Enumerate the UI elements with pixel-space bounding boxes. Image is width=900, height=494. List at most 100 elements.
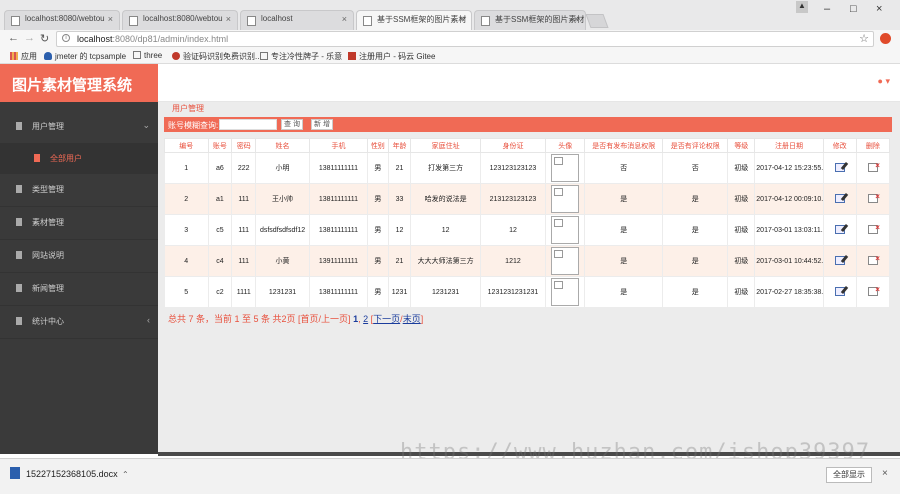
bookmark-three[interactable]: three: [133, 51, 162, 60]
query-button[interactable]: 查 询: [281, 119, 303, 130]
add-button[interactable]: 新 增: [311, 119, 333, 130]
new-tab-button[interactable]: [585, 14, 609, 28]
table-cell: 王小帅: [255, 183, 310, 215]
page-icon: [133, 51, 141, 59]
table-row: 2 a1 111 王小帅 13811111111 男 33 哈发的说法是 21312312312…: [164, 183, 891, 215]
column-header: 密码: [231, 138, 257, 153]
edit-icon[interactable]: [834, 224, 845, 234]
column-header: 手机: [308, 138, 368, 153]
window-close-icon[interactable]: ×: [876, 3, 882, 15]
delete-icon[interactable]: [867, 161, 880, 172]
first-prev-link[interactable]: [首页/上一页]: [298, 314, 351, 324]
column-header: 编号: [164, 138, 209, 153]
bookmark-gitee[interactable]: 注册用户 - 码云 Gitee: [348, 51, 435, 62]
edit-cell: [822, 183, 857, 215]
table-cell: 是: [662, 183, 729, 215]
edit-icon[interactable]: [834, 162, 845, 172]
table-cell: 1231231: [255, 276, 310, 308]
reload-icon[interactable]: ↻: [40, 32, 49, 45]
table-cell: 123123123123: [479, 152, 547, 184]
delete-icon[interactable]: [867, 223, 880, 234]
sidebar-item-stats[interactable]: 统计中心 ‹: [0, 307, 158, 339]
browser-tab-1[interactable]: localhost:8080/webtou ×: [4, 10, 120, 30]
table-cell: 男: [366, 183, 389, 215]
column-header: 身份证: [479, 138, 547, 153]
address-bar[interactable]: i localhost:8080/dp81/admin/index.html ☆: [56, 31, 874, 47]
document-icon: [16, 251, 22, 259]
page-1[interactable]: 1: [353, 314, 358, 324]
table-cell: 否: [662, 152, 729, 184]
table-cell: 111: [231, 214, 257, 246]
sidebar-item-all-users[interactable]: 全部用户: [0, 144, 158, 174]
avatar-cell: [545, 214, 586, 246]
table-cell: 是: [662, 276, 729, 308]
column-header: 等级: [727, 138, 756, 153]
table-cell: 男: [366, 276, 389, 308]
edit-icon[interactable]: [834, 193, 845, 203]
column-header: 账号: [207, 138, 233, 153]
pagination: 总共 7 条，当前 1 至 5 条 共2页 [首页/上一页] 1, 2 [下一页…: [168, 314, 424, 324]
forward-icon[interactable]: →: [24, 32, 35, 44]
page-icon: [260, 52, 268, 60]
edit-icon[interactable]: [834, 255, 845, 265]
extension-icon[interactable]: [880, 33, 891, 44]
sidebar: 用户管理 ⌄ 全部用户 类型管理 素材管理 网站说明 新闻管理 统计中心 ‹: [0, 102, 158, 454]
last-page-link[interactable]: 末页: [403, 314, 421, 324]
table-cell: 男: [366, 245, 389, 277]
info-icon[interactable]: i: [62, 34, 70, 42]
delete-icon[interactable]: [867, 285, 880, 296]
profile-icon[interactable]: ▲: [796, 1, 808, 13]
avatar-image-placeholder: [551, 185, 580, 213]
table-cell: 初级: [727, 183, 756, 215]
bookmark-captcha[interactable]: 验证码识别免费识别...: [172, 51, 262, 62]
next-page-link[interactable]: 下一页: [373, 314, 400, 324]
sidebar-item-news[interactable]: 新闻管理: [0, 274, 158, 306]
browser-tab-3[interactable]: localhost ×: [240, 10, 354, 30]
browser-tab-2[interactable]: localhost:8080/webtou ×: [122, 10, 238, 30]
table-cell: 是: [584, 183, 664, 215]
close-icon[interactable]: ×: [460, 14, 465, 24]
close-icon[interactable]: ×: [574, 14, 579, 24]
chevron-up-icon[interactable]: ⌃: [122, 470, 129, 479]
table-cell: 男: [366, 214, 389, 246]
browser-tab-bar: localhost:8080/webtou × localhost:8080/we…: [0, 0, 900, 30]
bookmark-star-icon[interactable]: ☆: [859, 32, 869, 45]
table-row: 4 c4 111 小黄 13911111111 男 21 大大大师法第三方 1212 是是初级 20…: [164, 245, 891, 277]
bookmark-apps[interactable]: 应用: [10, 51, 37, 62]
table-cell: 13811111111: [308, 276, 368, 308]
close-icon[interactable]: ×: [226, 14, 231, 24]
search-bar: 账号模糊查询: 查 询 新 增: [164, 117, 892, 132]
column-header: 家庭住址: [410, 138, 481, 153]
download-item[interactable]: 15227152368105.docx: [10, 467, 118, 479]
minimize-icon[interactable]: –: [824, 3, 830, 15]
close-icon[interactable]: ×: [342, 14, 347, 24]
sidebar-item-site-info[interactable]: 网站说明: [0, 241, 158, 273]
close-download-bar-icon[interactable]: ×: [882, 468, 888, 479]
bookmark-jmeter[interactable]: jmeter 的 tcpsample: [44, 51, 126, 62]
sidebar-item-materials[interactable]: 素材管理: [0, 208, 158, 240]
user-icon[interactable]: ● ▾: [878, 76, 890, 87]
bookmark-brand[interactable]: 专注冷性牌子 - 乐意: [260, 51, 342, 62]
column-header: 修改: [822, 138, 857, 153]
avatar-cell: [545, 276, 586, 308]
table-cell: 2017-03-01 13:03:11.0: [754, 214, 824, 246]
sidebar-item-types[interactable]: 类型管理: [0, 175, 158, 207]
table-cell: 111: [231, 183, 257, 215]
browser-tab-4[interactable]: 基于SSM框架的图片素材 ×: [356, 10, 472, 30]
maximize-icon[interactable]: □: [850, 3, 857, 15]
page-icon: [363, 16, 372, 26]
delete-icon[interactable]: [867, 254, 880, 265]
close-icon[interactable]: ×: [108, 14, 113, 24]
browser-toolbar: ← → ↻ i localhost:8080/dp81/admin/index.…: [0, 30, 900, 48]
table-cell: 打发第三方: [410, 152, 481, 184]
page-2[interactable]: 2: [363, 314, 368, 324]
browser-tab-5[interactable]: 基于SSM框架的图片素材 ×: [474, 10, 586, 30]
edit-icon[interactable]: [834, 286, 845, 296]
delete-icon[interactable]: [867, 192, 880, 203]
sidebar-item-users[interactable]: 用户管理 ⌄: [0, 112, 158, 144]
table-cell: 1231231231231: [479, 276, 547, 308]
table-cell: 1: [164, 152, 209, 184]
account-search-input[interactable]: [219, 119, 277, 130]
back-icon[interactable]: ←: [8, 32, 19, 44]
show-all-downloads-button[interactable]: 全部显示: [826, 467, 872, 483]
